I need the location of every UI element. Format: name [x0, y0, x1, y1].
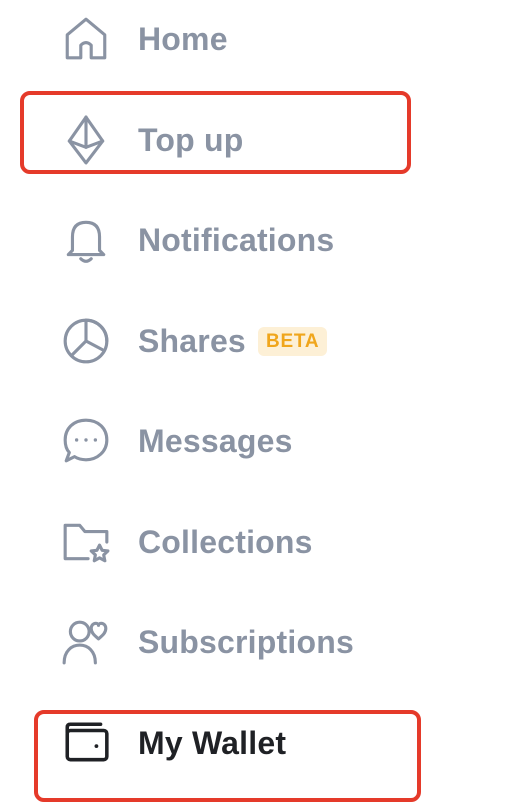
- nav-item-my-wallet[interactable]: My Wallet: [60, 713, 286, 773]
- nav-item-messages[interactable]: Messages: [60, 411, 293, 471]
- beta-badge: BETA: [257, 326, 328, 356]
- pie-chart-icon: [60, 315, 112, 367]
- nav-item-top-up[interactable]: Top up: [60, 110, 243, 170]
- user-heart-icon: [60, 616, 112, 668]
- nav-label: Subscriptions: [138, 623, 354, 660]
- nav-label: My Wallet: [138, 724, 287, 761]
- nav-label: Shares: [138, 322, 246, 359]
- nav-item-home[interactable]: Home: [60, 9, 228, 69]
- wallet-icon: [60, 717, 112, 769]
- nav-item-subscriptions[interactable]: Subscriptions: [60, 612, 354, 672]
- nav-label: Collections: [138, 523, 313, 560]
- folder-star-icon: [60, 516, 112, 568]
- nav-label: Notifications: [138, 221, 335, 258]
- home-icon: [60, 13, 112, 65]
- nav-item-shares[interactable]: Shares BETA: [60, 311, 328, 371]
- bell-icon: [60, 214, 112, 266]
- chat-bubble-icon: [60, 415, 112, 467]
- nav-item-collections[interactable]: Collections: [60, 512, 313, 572]
- sidebar-nav: Home Top up Notifications Shares BETA Me…: [0, 0, 512, 812]
- nav-label: Messages: [138, 422, 293, 459]
- nav-item-notifications[interactable]: Notifications: [60, 210, 334, 270]
- ethereum-icon: [60, 114, 112, 166]
- nav-label: Home: [138, 20, 228, 57]
- nav-label: Top up: [138, 121, 244, 158]
